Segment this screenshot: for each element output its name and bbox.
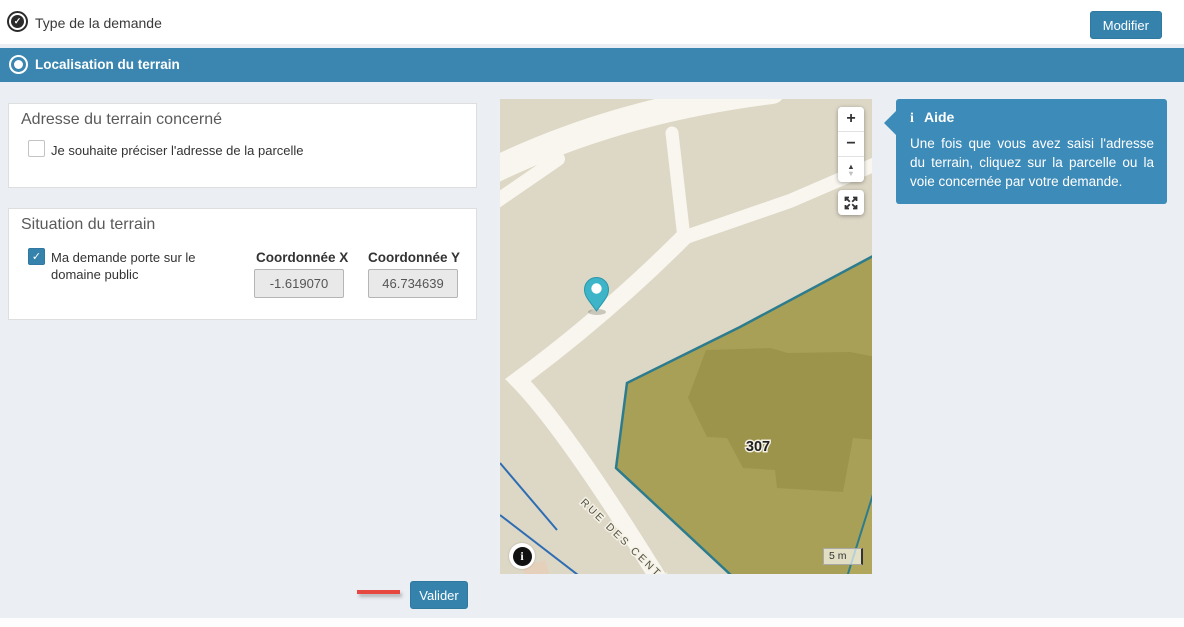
map-scale: 5 m [823, 548, 863, 565]
domaine-public-label: Ma demande porte sur le domaine public [51, 249, 243, 283]
address-checkbox[interactable] [28, 140, 45, 157]
domaine-public-checkbox[interactable]: ✓ [28, 248, 45, 265]
step-active-icon [9, 55, 28, 74]
check-icon: ✓ [32, 251, 41, 263]
info-icon: i [910, 111, 924, 127]
modify-button[interactable]: Modifier [1090, 11, 1162, 39]
bottom-strip [0, 618, 1184, 627]
section-title: Localisation du terrain [35, 57, 180, 72]
address-card-title: Adresse du terrain concerné [21, 111, 222, 129]
map-zoom-control: + − ▲ ▼ [838, 107, 864, 182]
map-graphic: 307 RUE DES CENTA [500, 99, 872, 574]
situation-card-title: Situation du terrain [21, 216, 155, 234]
step-title: Type de la demande [35, 15, 162, 31]
address-card: Adresse du terrain concerné Je souhaite … [8, 103, 477, 188]
map-canvas[interactable]: 307 RUE DES CENTA + − ▲ ▼ i 5 m [500, 99, 872, 574]
radio-dot-icon [14, 60, 23, 69]
fullscreen-icon [843, 195, 859, 211]
zoom-in-button[interactable]: + [838, 107, 864, 132]
help-box: iAide Une fois que vous avez saisi l'adr… [896, 99, 1167, 204]
attribution-button[interactable]: i [509, 543, 535, 569]
help-title: iAide [910, 109, 1154, 127]
fullscreen-button[interactable] [838, 190, 864, 215]
zoom-out-button[interactable]: − [838, 132, 864, 157]
step-header-localisation[interactable]: Localisation du terrain [0, 48, 1184, 82]
annotation-red-dash [357, 590, 400, 594]
coord-y-label: Coordonnée Y [368, 250, 460, 265]
coord-x-input[interactable] [254, 269, 344, 298]
arrow-down-icon: ▼ [847, 170, 854, 177]
help-text: Une fois que vous avez saisi l'adresse d… [910, 134, 1154, 191]
step-header-type-demande[interactable]: ✓ Type de la demande Modifier [0, 0, 1184, 44]
submit-button[interactable]: Valider [410, 581, 468, 609]
zoom-slider-button[interactable]: ▲ ▼ [838, 157, 864, 182]
situation-card: Situation du terrain ✓ Ma demande porte … [8, 208, 477, 320]
info-icon: i [513, 547, 532, 566]
coord-y-input[interactable] [368, 269, 458, 298]
step-completed-icon: ✓ [7, 11, 28, 32]
parcel-number-label: 307 [746, 439, 770, 455]
coord-x-label: Coordonnée X [256, 250, 348, 265]
address-checkbox-label: Je souhaite préciser l'adresse de la par… [51, 142, 304, 159]
check-icon: ✓ [11, 15, 24, 28]
